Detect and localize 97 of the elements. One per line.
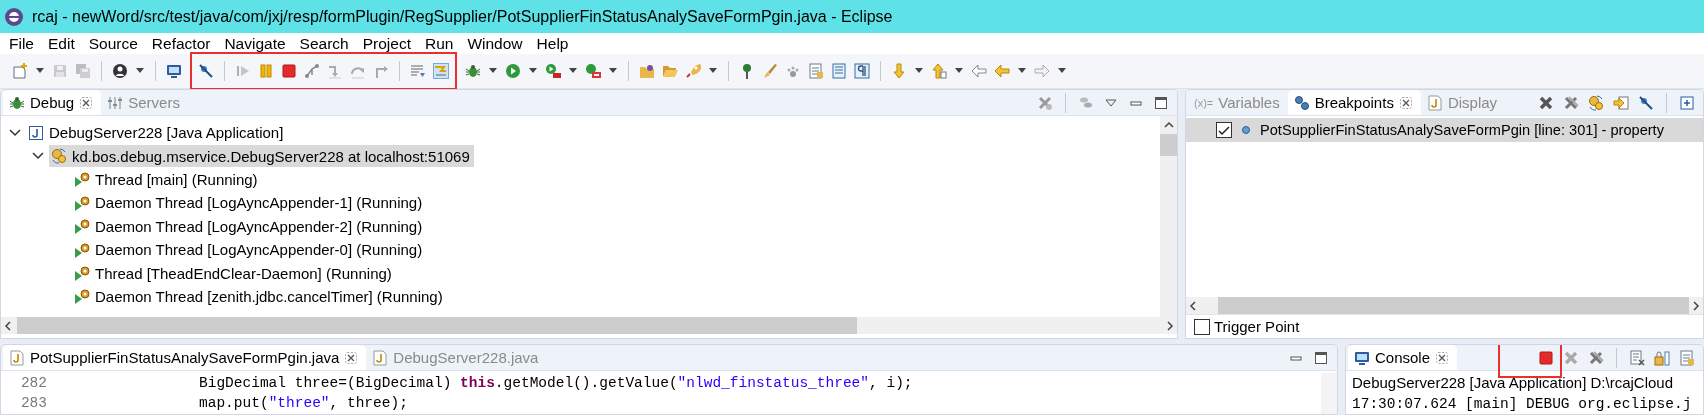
menu-item[interactable]: File [2, 34, 41, 53]
connector-icon[interactable] [304, 63, 320, 79]
close-icon[interactable] [344, 350, 359, 365]
thread-icon [74, 218, 90, 235]
add-icon[interactable] [1679, 94, 1695, 111]
thread-icon [74, 241, 90, 258]
app-icon [4, 6, 24, 27]
run-icon[interactable] [505, 63, 521, 79]
code-line: map.put("three", three); [199, 395, 408, 411]
breakpoint-icon [1241, 125, 1251, 135]
step-return-icon[interactable] [373, 63, 389, 79]
bug-icon [9, 94, 25, 111]
bug-icon[interactable] [465, 63, 481, 79]
stop-icon[interactable] [281, 63, 297, 79]
breakpoint-item[interactable]: PotSupplierFinStatusAnalySaveFormPgin [line: 301] - property [1186, 118, 1703, 142]
menu-item[interactable]: Help [529, 34, 576, 53]
paragraph-icon[interactable] [854, 63, 870, 79]
tree-item[interactable]: Daemon Thread [LogAyncAppender-2] (Running) [72, 215, 427, 238]
tree-item[interactable]: Thread [TheadEndClear-Daemon] (Running) [72, 262, 396, 285]
java-file-icon [1426, 94, 1443, 111]
run-tool-icon[interactable] [545, 63, 561, 79]
menu-item[interactable]: Edit [41, 34, 82, 53]
checkbox[interactable] [1194, 318, 1210, 335]
dots-icon [1293, 94, 1310, 111]
checkbox[interactable] [1216, 122, 1232, 138]
pause-icon[interactable] [258, 63, 274, 79]
close-icon[interactable] [1435, 350, 1450, 365]
down-arrow-icon[interactable] [891, 63, 907, 79]
tree-item[interactable]: Daemon Thread [zenith.jdbc.cancelTimer] (Running) [72, 285, 447, 308]
vertical-scrollbar[interactable] [1160, 116, 1177, 317]
slash-icon[interactable] [1638, 94, 1654, 111]
thread-icon [74, 194, 90, 211]
folder-icon[interactable] [639, 63, 655, 79]
remove-icon[interactable] [1538, 94, 1554, 111]
arrow-into-icon[interactable] [1613, 94, 1629, 111]
java-file-icon [372, 349, 389, 366]
tree-item[interactable]: DebugServer228 [Java Application] [26, 121, 288, 144]
menu-item[interactable]: Project [355, 34, 418, 53]
tree-item[interactable]: kd.bos.debug.mservice.DebugServer228 at localhost:51069 [49, 145, 474, 168]
tree-item[interactable]: Daemon Thread [LogAyncAppender-0] (Running) [72, 238, 427, 261]
open-folder-icon[interactable] [662, 63, 678, 79]
maximize-icon[interactable] [1153, 94, 1169, 111]
console-line: DebugServer228 [Java Application] D:\rcajCloud [1352, 374, 1673, 391]
menu-item[interactable]: Window [460, 34, 530, 53]
slash-icon[interactable] [198, 63, 214, 79]
tab[interactable]: Debug [3, 90, 102, 115]
console-line: 17:30:07.624 [main] DEBUG org.eclipse.j [1352, 395, 1692, 412]
menu-item[interactable]: Refactor [144, 34, 218, 53]
scrollbar-thumb[interactable] [1160, 134, 1177, 156]
right-arrow-icon[interactable] [1034, 63, 1050, 79]
menu-item[interactable]: Search [292, 34, 356, 53]
line-number: 282 [19, 375, 47, 391]
window-title: rcaj - newWord/src/test/java/com/jxj/resp/formPlugin/RegSupplier/PotSupplierFinStatusAnalySaveFormPgin.java - Eclipse [32, 7, 893, 26]
gears-icon [51, 148, 67, 165]
document-icon[interactable] [1679, 349, 1695, 366]
coverage-icon[interactable] [585, 63, 601, 79]
user-circle-icon[interactable] [112, 63, 128, 79]
variables-icon: (x)= [1194, 96, 1214, 109]
thread-icon [74, 288, 90, 305]
servers-icon [107, 94, 124, 111]
code-line: BigDecimal three=(BigDecimal) this.getModel().getValue("nlwd_finstatus_three", i); [199, 375, 913, 391]
monitor-icon[interactable] [166, 63, 182, 79]
up-arrow-icon[interactable] [931, 63, 947, 79]
tree-item[interactable]: Thread [main] (Running) [72, 168, 262, 191]
remove-all-icon[interactable] [1563, 94, 1579, 111]
monitor-icon [1354, 349, 1370, 366]
scrollbar-thumb[interactable] [17, 317, 857, 334]
tab[interactable]: Breakpoints [1287, 90, 1421, 115]
tree-item[interactable]: Daemon Thread [LogAyncAppender-1] (Running) [72, 191, 427, 214]
horizontal-scrollbar[interactable] [1, 317, 1177, 334]
tab[interactable]: PotSupplierFinStatusAnalySaveFormPgin.java [3, 345, 367, 370]
line-number: 283 [19, 395, 47, 411]
stop-icon[interactable] [1538, 349, 1554, 366]
close-icon[interactable] [79, 95, 94, 110]
java-file-icon [9, 349, 25, 366]
thread-icon [74, 265, 90, 282]
gears-icon[interactable] [1588, 94, 1604, 111]
left-arrow-icon[interactable] [994, 63, 1010, 79]
back-arrow-icon[interactable] [971, 63, 987, 79]
clear-console-icon[interactable] [1629, 349, 1645, 366]
menu-item[interactable]: Navigate [217, 34, 293, 53]
thread-icon [74, 171, 90, 188]
list-arrow-icon[interactable] [410, 63, 426, 79]
menu-item[interactable]: Source [81, 34, 145, 53]
remove-all-icon[interactable] [1588, 349, 1604, 366]
java-app-icon [28, 124, 44, 141]
lock-icon[interactable] [1654, 349, 1670, 366]
close-icon[interactable] [1398, 95, 1413, 110]
page-icon[interactable] [831, 63, 847, 79]
new-file-icon[interactable] [12, 63, 28, 79]
brush-icon[interactable] [762, 63, 778, 79]
rocket-icon[interactable] [685, 63, 701, 79]
step-into-icon[interactable] [327, 63, 343, 79]
checkbox-label: Trigger Point [1214, 318, 1300, 335]
menu-item[interactable]: Run [418, 34, 461, 53]
maximize-icon[interactable] [1313, 349, 1329, 366]
tab[interactable]: Console [1348, 345, 1458, 370]
